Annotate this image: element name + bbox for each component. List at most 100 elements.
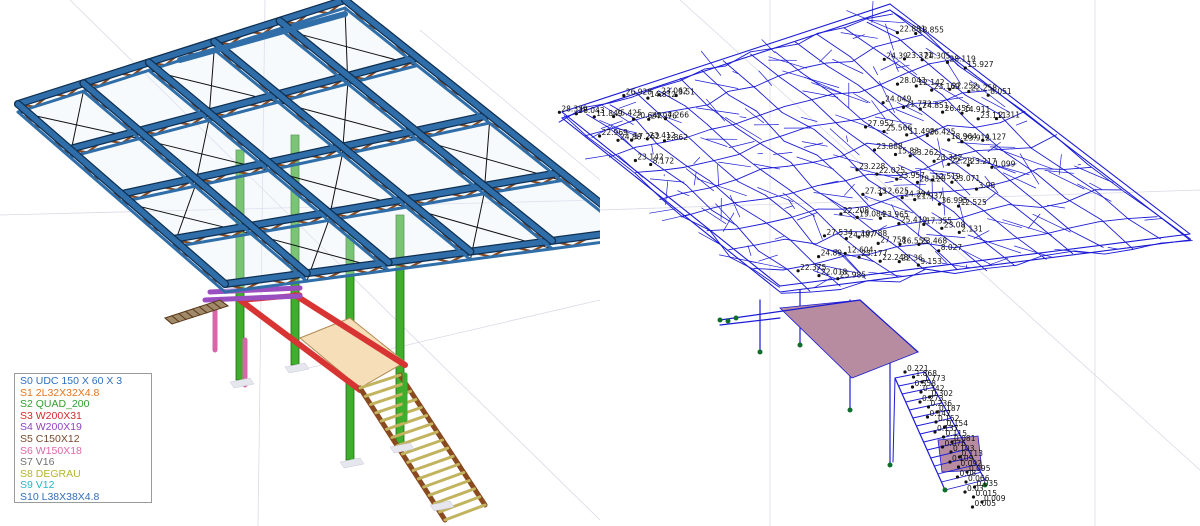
mesh-line xyxy=(761,165,788,170)
mesh-boundary xyxy=(561,3,891,113)
support-node xyxy=(717,317,723,323)
mesh-line xyxy=(813,189,846,209)
mesh-line xyxy=(762,134,785,143)
displacement-value-label: 4.127 xyxy=(985,132,1007,141)
displacement-value-label: 2.311 xyxy=(999,111,1021,120)
mesh-diagonal xyxy=(696,178,747,197)
mesh-line xyxy=(851,46,876,63)
displacement-value-label: 8.027 xyxy=(941,243,963,252)
mesh-line xyxy=(810,289,842,293)
mesh-diagonal xyxy=(618,101,637,109)
displacement-value-label: 3.98 xyxy=(979,181,996,190)
mesh-diagonal xyxy=(800,116,818,122)
mesh-diagonal xyxy=(739,116,747,118)
mesh-line xyxy=(857,84,888,109)
mesh-diagonal xyxy=(1046,204,1066,209)
mesh-line xyxy=(986,238,1014,243)
mesh-line xyxy=(709,123,735,130)
mesh-line xyxy=(683,163,710,182)
support-node xyxy=(733,315,739,321)
mesh-diagonal xyxy=(693,157,701,165)
mesh-line xyxy=(735,223,763,230)
mesh-line xyxy=(777,67,806,77)
mesh-line xyxy=(843,27,878,52)
mesh-diagonal xyxy=(728,141,755,148)
mesh-line xyxy=(735,224,759,252)
mesh-line xyxy=(735,150,762,171)
mesh-line xyxy=(754,75,779,87)
mesh-line xyxy=(898,34,923,42)
mesh-line xyxy=(1086,163,1126,193)
mesh-diagonal xyxy=(661,213,690,222)
mesh-diagonal xyxy=(957,142,997,146)
mesh-line xyxy=(790,214,814,245)
support-node xyxy=(887,462,893,468)
mesh-diagonal xyxy=(1077,164,1081,166)
mesh-diagonal xyxy=(1027,213,1041,229)
support-node xyxy=(942,487,948,493)
mesh-line xyxy=(839,126,870,148)
mesh-diagonal xyxy=(804,76,842,94)
displacement-value-label: 18.855 xyxy=(918,26,944,35)
mesh-line xyxy=(734,198,766,204)
mesh-line xyxy=(608,146,637,158)
mesh-line xyxy=(794,41,828,67)
loaded-platform xyxy=(779,299,919,379)
displacement-value-label: 4.266 xyxy=(668,111,690,120)
mesh-line xyxy=(736,168,763,180)
mesh-line xyxy=(816,154,846,181)
mesh-line xyxy=(1037,168,1065,170)
displacement-results-view[interactable]: 28.33927.95227.53424.3923.22822.37524.04… xyxy=(0,0,1200,526)
mesh-diagonal xyxy=(722,212,735,232)
mesh-diagonal xyxy=(840,32,878,39)
mesh-line xyxy=(780,291,812,294)
mesh-line xyxy=(1040,201,1066,208)
mesh-diagonal xyxy=(677,190,690,197)
mesh-line xyxy=(736,204,765,222)
mesh-diagonal xyxy=(1015,120,1028,126)
mesh-line xyxy=(728,94,758,112)
mesh-line xyxy=(1002,147,1033,150)
mesh-line xyxy=(1008,178,1042,206)
displacement-value-label: 1.099 xyxy=(994,159,1016,168)
mesh-line xyxy=(808,93,833,102)
mesh-diagonal xyxy=(829,128,860,156)
mesh-line xyxy=(760,169,791,191)
displacement-value-label: 15.927 xyxy=(967,60,993,69)
mesh-diagonal xyxy=(893,183,926,186)
mesh-line xyxy=(1128,218,1161,240)
mesh-diagonal xyxy=(784,205,793,209)
mesh-line xyxy=(1065,197,1102,221)
displacement-value-label: 23.217 xyxy=(970,157,996,166)
support-node xyxy=(757,349,763,355)
displacement-value-label: 2.862 xyxy=(667,133,689,142)
mesh-diagonal xyxy=(1058,154,1062,175)
mesh-line xyxy=(764,194,792,216)
mesh-diagonal xyxy=(693,171,697,186)
mesh-diagonal xyxy=(1144,218,1163,221)
mesh-diagonal xyxy=(1077,183,1112,202)
displacement-value-label: 23.262 xyxy=(912,148,938,157)
displacement-value-label: 3.51 xyxy=(678,88,695,97)
mesh-line xyxy=(781,112,815,130)
mesh-diagonal xyxy=(844,183,855,196)
displacement-value-label: 24.305 xyxy=(924,52,950,61)
structural-model-viewport[interactable]: 28.339 27.952 27.534 24.39 23.228 22.375 24.04… xyxy=(0,0,1200,526)
mesh-line xyxy=(706,105,737,128)
displacement-value-label: 23.071 xyxy=(954,174,980,183)
displacement-value-label: 24.89 xyxy=(821,249,843,258)
mesh-diagonal xyxy=(1002,172,1037,189)
mesh-diagonal xyxy=(864,196,869,200)
displacement-value-label: 2.131 xyxy=(961,224,983,233)
mesh-line xyxy=(800,72,834,95)
mesh-boundary xyxy=(561,9,891,119)
displacement-value-label: 8.172 xyxy=(653,157,675,166)
mesh-line xyxy=(681,187,710,194)
mesh-diagonal xyxy=(649,208,677,214)
mesh-boundary xyxy=(889,9,1191,241)
mesh-line xyxy=(563,115,588,138)
mesh-line xyxy=(783,125,811,136)
mesh-diagonal xyxy=(717,164,719,187)
mesh-line xyxy=(816,34,851,58)
mesh-line xyxy=(635,170,661,173)
